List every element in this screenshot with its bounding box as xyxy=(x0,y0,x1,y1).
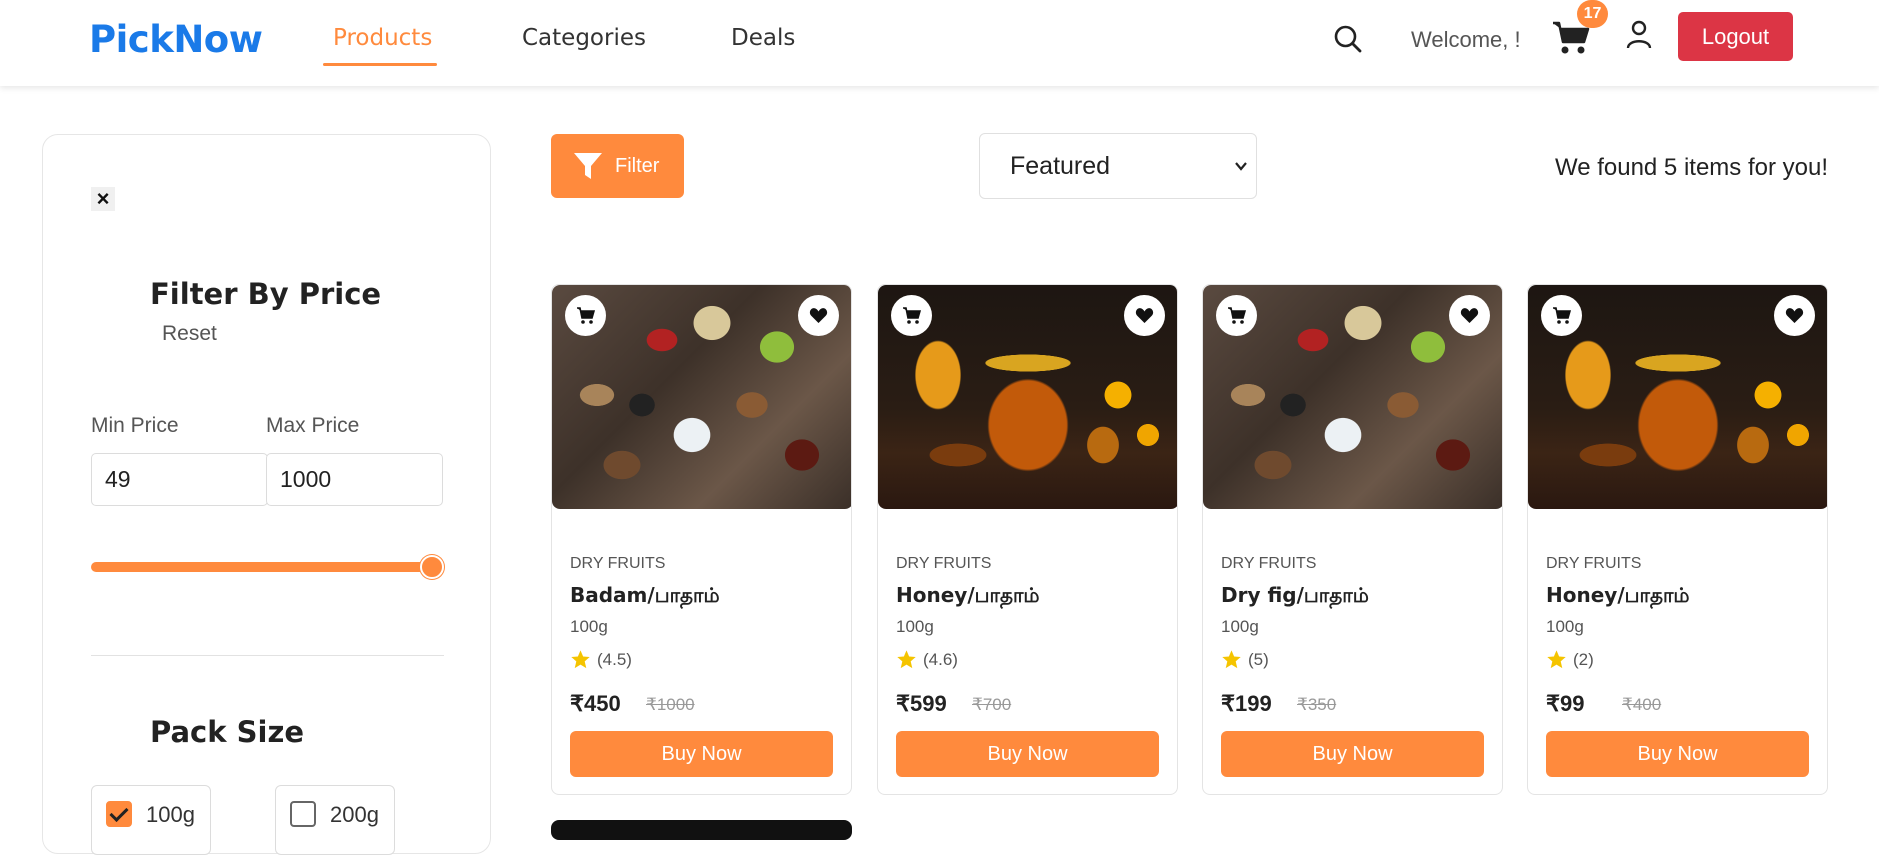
section-divider xyxy=(91,655,444,656)
product-category: DRY FRUITS xyxy=(1221,555,1317,572)
heart-icon xyxy=(1785,308,1804,323)
product-original-price: ₹350 xyxy=(1297,695,1337,714)
add-to-cart-button[interactable] xyxy=(565,295,606,336)
nav-products[interactable]: Products xyxy=(333,25,432,51)
product-rating: (5) xyxy=(1248,650,1269,669)
product-price: ₹199 xyxy=(1221,691,1272,716)
product-card[interactable]: DRY FRUITS Dry fig/பாதாம் 100g (5) ₹199 … xyxy=(1202,284,1503,795)
product-rating: (4.5) xyxy=(597,650,632,669)
cart-icon xyxy=(1553,307,1571,324)
product-name[interactable]: Badam/பாதாம் xyxy=(570,583,720,610)
results-count-text: We found 5 items for you! xyxy=(1554,154,1828,181)
pack-option-100g[interactable]: 100g xyxy=(91,785,211,855)
sort-selected-value: Featured xyxy=(1010,152,1111,180)
heart-icon xyxy=(1460,308,1479,323)
price-range-slider[interactable] xyxy=(91,562,440,572)
welcome-text: Welcome, ! xyxy=(1411,27,1521,52)
top-navbar: PickNow Products Categories Deals Welcom… xyxy=(0,0,1879,86)
product-price: ₹99 xyxy=(1546,691,1585,716)
min-price-label: Min Price xyxy=(91,414,179,437)
funnel-icon xyxy=(574,153,602,179)
product-original-price: ₹700 xyxy=(972,695,1012,714)
filter-button[interactable]: Filter xyxy=(551,134,684,198)
product-name[interactable]: Honey/பாதாம் xyxy=(1546,583,1690,610)
add-to-cart-button[interactable] xyxy=(1541,295,1582,336)
search-icon[interactable] xyxy=(1333,24,1363,54)
product-weight: 100g xyxy=(570,617,608,636)
star-icon xyxy=(571,650,590,669)
buy-now-button[interactable]: Buy Now xyxy=(570,731,833,777)
product-price: ₹450 xyxy=(570,691,621,716)
checkbox-checked[interactable] xyxy=(106,801,132,827)
cart-count-badge: 17 xyxy=(1577,0,1608,28)
min-price-input[interactable]: 49 xyxy=(91,453,268,506)
pack-option-label: 100g xyxy=(146,802,195,827)
max-price-label: Max Price xyxy=(266,414,360,437)
product-name[interactable]: Honey/பாதாம் xyxy=(896,583,1040,610)
pack-option-label: 200g xyxy=(330,802,379,827)
product-category: DRY FRUITS xyxy=(1546,555,1642,572)
product-card[interactable]: DRY FRUITS Badam/பாதாம் 100g (4.5) ₹450 … xyxy=(551,284,852,795)
product-card[interactable]: DRY FRUITS Honey/பாதாம் 100g (2) ₹99 ₹40… xyxy=(1527,284,1828,795)
heart-icon xyxy=(1135,308,1154,323)
product-rating: (4.6) xyxy=(923,650,958,669)
product-price: ₹599 xyxy=(896,691,947,716)
wishlist-button[interactable] xyxy=(1774,295,1815,336)
filter-button-label: Filter xyxy=(615,155,660,177)
brand-logo[interactable]: PickNow xyxy=(89,18,263,61)
add-to-cart-button[interactable] xyxy=(1216,295,1257,336)
star-icon xyxy=(1222,650,1241,669)
product-rating: (2) xyxy=(1573,650,1594,669)
product-original-price: ₹1000 xyxy=(646,695,695,714)
price-filter-title: Filter By Price xyxy=(150,277,382,311)
chevron-down-icon xyxy=(1235,162,1247,171)
buy-now-button[interactable]: Buy Now xyxy=(1546,731,1809,777)
close-icon[interactable]: × xyxy=(91,187,115,211)
product-weight: 100g xyxy=(1221,617,1259,636)
nav-categories[interactable]: Categories xyxy=(522,25,646,51)
buy-now-button[interactable]: Buy Now xyxy=(1221,731,1484,777)
wishlist-button[interactable] xyxy=(798,295,839,336)
pack-size-title: Pack Size xyxy=(150,715,304,749)
reset-filter-link[interactable]: Reset xyxy=(162,322,217,346)
max-price-input[interactable]: 1000 xyxy=(266,453,443,506)
add-to-cart-button[interactable] xyxy=(891,295,932,336)
filter-sidebar: × Filter By Price Reset Min Price Max Pr… xyxy=(42,134,491,855)
cart-icon xyxy=(903,307,921,324)
cart-icon xyxy=(1228,307,1246,324)
nav-deals[interactable]: Deals xyxy=(731,25,795,51)
wishlist-button[interactable] xyxy=(1124,295,1165,336)
logout-button[interactable]: Logout xyxy=(1678,12,1793,61)
slider-handle[interactable] xyxy=(420,555,444,579)
product-category: DRY FRUITS xyxy=(570,555,666,572)
wishlist-button[interactable] xyxy=(1449,295,1490,336)
checkbox-unchecked[interactable] xyxy=(290,801,316,827)
nav-active-underline xyxy=(323,63,437,66)
product-weight: 100g xyxy=(1546,617,1584,636)
pack-option-200g[interactable]: 200g xyxy=(275,785,395,855)
cart-icon xyxy=(577,307,595,324)
user-icon[interactable] xyxy=(1625,20,1653,50)
product-weight: 100g xyxy=(896,617,934,636)
sort-select[interactable]: Featured xyxy=(979,133,1257,199)
product-name[interactable]: Dry fig/பாதாம் xyxy=(1221,583,1369,610)
product-category: DRY FRUITS xyxy=(896,555,992,572)
product-card-partial[interactable] xyxy=(551,820,852,840)
product-original-price: ₹400 xyxy=(1622,695,1662,714)
buy-now-button[interactable]: Buy Now xyxy=(896,731,1159,777)
star-icon xyxy=(897,650,916,669)
star-icon xyxy=(1547,650,1566,669)
heart-icon xyxy=(809,308,828,323)
product-card[interactable]: DRY FRUITS Honey/பாதாம் 100g (4.6) ₹599 … xyxy=(877,284,1178,795)
